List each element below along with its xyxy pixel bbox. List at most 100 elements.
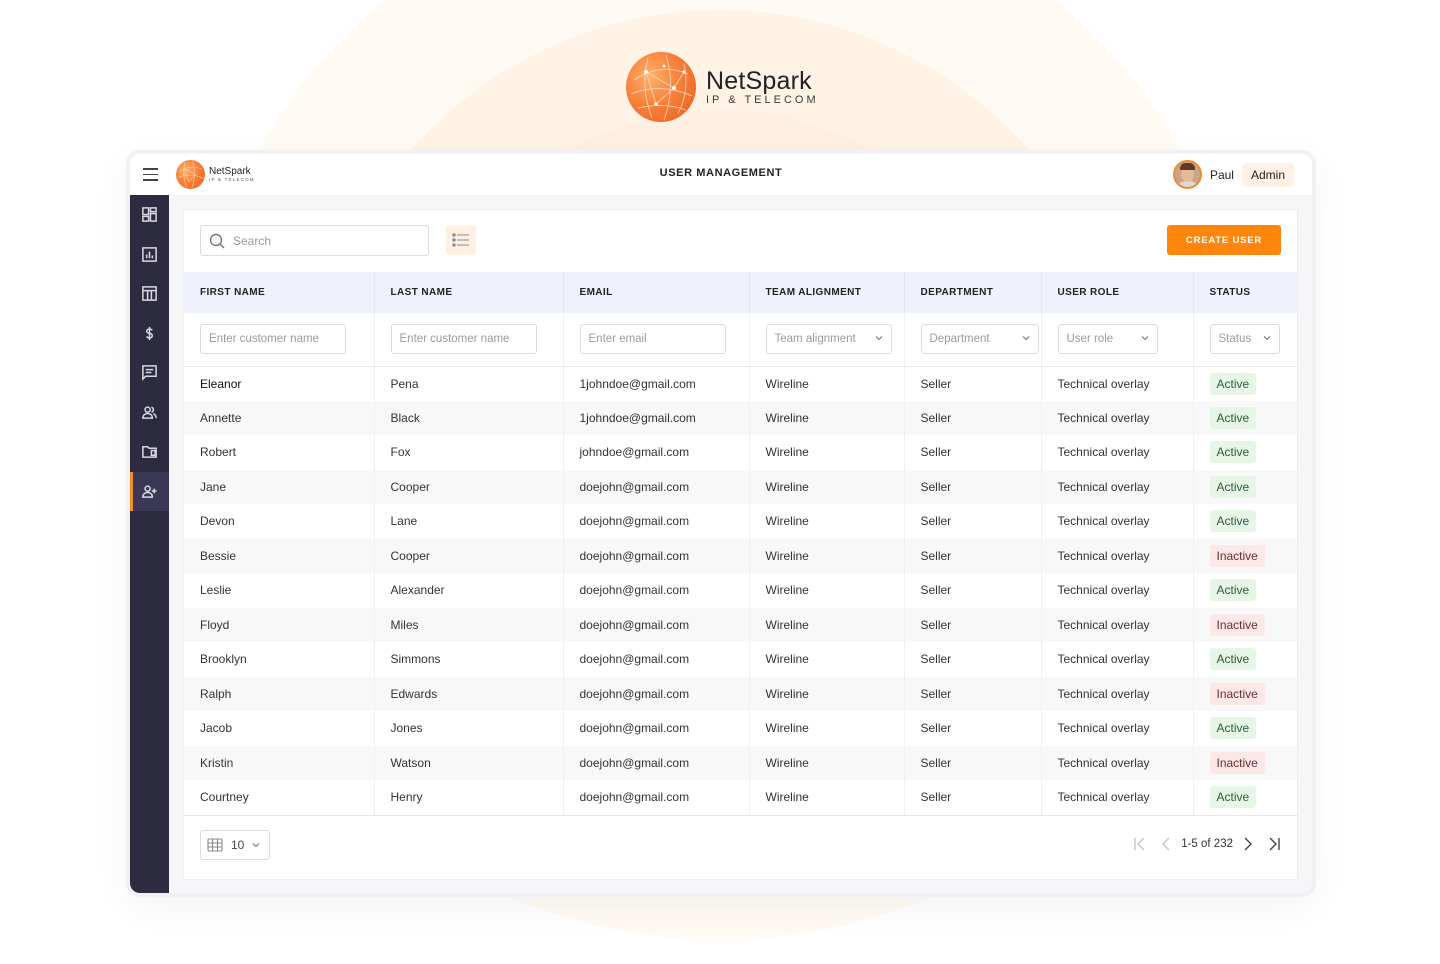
sidebar-item-reports[interactable] (130, 235, 169, 275)
email-cell: doejohn@gmail.com (563, 469, 750, 504)
pagination-range: 1-5 of 232 (1181, 838, 1233, 850)
table-row[interactable]: Brooklyn Simmons doejohn@gmail.com Wireline… (184, 642, 1297, 677)
sidebar-item-dashboard[interactable] (130, 195, 169, 235)
add-user-icon (142, 485, 157, 498)
user-role-filter-select[interactable]: User role (1057, 324, 1158, 355)
user-role-cell: Technical overlay (1041, 538, 1194, 573)
message-icon (142, 365, 157, 382)
team-alignment-filter-select[interactable]: Team alignment (765, 324, 892, 355)
create-user-button[interactable]: CREATE USER (1167, 225, 1281, 255)
hero-logo: NetSpark IP & TELECOM (626, 52, 819, 122)
table-grid-icon (207, 838, 223, 852)
department-cell: Seller (904, 607, 1042, 642)
column-header-email[interactable]: EMAIL (563, 272, 750, 313)
department-cell: Seller (904, 504, 1042, 539)
table-body: Eleanor Pena 1johndoe@gmail.com Wireline Sel… (184, 366, 1297, 815)
table-row[interactable]: Robert Fox johndoe@gmail.com Wireline Seller… (184, 435, 1297, 470)
table-row[interactable]: Bessie Cooper doejohn@gmail.com Wireline Sel… (184, 538, 1297, 573)
team-alignment-cell: Wireline (749, 435, 905, 470)
hamburger-menu-button[interactable] (130, 154, 170, 195)
search-input[interactable] (233, 233, 413, 248)
user-table-card: CREATE USER FIRST NAME LAST NAME EMAIL T… (183, 209, 1298, 880)
list-view-button[interactable] (446, 225, 476, 255)
user-role-cell: Technical overlay (1041, 573, 1194, 608)
last-name-filter-input[interactable] (390, 324, 537, 355)
page-size-value: 10 (231, 838, 245, 852)
next-page-button[interactable] (1241, 835, 1255, 853)
status-badge: Inactive (1209, 544, 1265, 567)
team-alignment-cell: Wireline (749, 573, 905, 608)
email-cell: doejohn@gmail.com (563, 676, 750, 711)
chevron-down-icon (875, 335, 883, 343)
user-role-cell: Technical overlay (1041, 607, 1194, 642)
sidebar-item-teams[interactable] (130, 393, 169, 433)
department-cell: Seller (904, 400, 1042, 435)
table-row[interactable]: Kristin Watson doejohn@gmail.com Wireline Se… (184, 745, 1297, 780)
first-name-cell: Leslie (184, 573, 375, 608)
department-cell: Seller (904, 538, 1042, 573)
department-cell: Seller (904, 573, 1042, 608)
status-cell: Active (1193, 573, 1297, 608)
status-cell: Active (1193, 435, 1297, 470)
avatar[interactable] (1172, 160, 1202, 189)
department-filter-value: Department (929, 333, 990, 346)
status-filter-select[interactable]: Status (1209, 324, 1280, 355)
table-header-row: FIRST NAME LAST NAME EMAIL TEAM ALIGNMEN… (184, 272, 1297, 313)
toolbar: CREATE USER (200, 225, 1281, 257)
team-alignment-cell: Wireline (749, 538, 905, 573)
top-bar: NetSpark IP & TELECOM USER MANAGEMENT Pa… (130, 154, 1312, 195)
table-row[interactable]: Leslie Alexander doejohn@gmail.com Wireline… (184, 573, 1297, 608)
status-cell: Active (1193, 780, 1297, 815)
header-brand-tagline: IP & TELECOM (209, 176, 255, 182)
column-header-first-name[interactable]: FIRST NAME (184, 272, 375, 313)
user-role-cell: Technical overlay (1041, 745, 1194, 780)
status-badge: Active (1209, 786, 1257, 809)
chevron-right-icon (1244, 837, 1252, 851)
sidebar-item-files[interactable] (130, 432, 169, 472)
last-page-button[interactable] (1267, 835, 1281, 853)
last-name-cell: Henry (374, 780, 564, 815)
first-name-filter-input[interactable] (200, 324, 346, 355)
sidebar-item-layout[interactable] (130, 274, 169, 314)
sidebar-item-user-management[interactable] (130, 471, 169, 511)
table-row[interactable]: Devon Lane doejohn@gmail.com Wireline Seller… (184, 504, 1297, 539)
table-row[interactable]: Floyd Miles doejohn@gmail.com Wireline Selle… (184, 607, 1297, 642)
first-page-icon (1134, 837, 1145, 851)
column-header-status[interactable]: STATUS (1193, 272, 1297, 313)
user-menu[interactable]: Paul Admin (1172, 160, 1294, 189)
team-alignment-cell: Wireline (749, 504, 905, 539)
first-name-cell: Kristin (184, 745, 375, 780)
table-row[interactable]: Jacob Jones doejohn@gmail.com Wireline Selle… (184, 711, 1297, 746)
department-cell: Seller (904, 780, 1042, 815)
sidebar-item-messages[interactable] (130, 353, 169, 393)
email-filter-input[interactable] (579, 324, 726, 355)
column-header-last-name[interactable]: LAST NAME (374, 272, 564, 313)
column-header-user-role[interactable]: USER ROLE (1041, 272, 1194, 313)
table-row[interactable]: Ralph Edwards doejohn@gmail.com Wireline Sel… (184, 676, 1297, 711)
email-cell: doejohn@gmail.com (563, 711, 750, 746)
sidebar-item-billing[interactable] (130, 314, 169, 354)
chevron-left-icon (1162, 837, 1170, 851)
table-row[interactable]: Eleanor Pena 1johndoe@gmail.com Wireline Sel… (184, 366, 1297, 401)
status-filter-value: Status (1218, 333, 1252, 346)
department-filter-select[interactable]: Department (920, 324, 1039, 355)
status-badge: Active (1209, 648, 1257, 671)
first-name-cell: Devon (184, 504, 375, 539)
status-badge: Inactive (1209, 751, 1265, 774)
status-cell: Active (1193, 470, 1297, 505)
table-row[interactable]: Courtney Henry doejohn@gmail.com Wireline Se… (184, 780, 1297, 815)
page-size-select[interactable]: 10 (200, 830, 270, 860)
user-role-cell: Technical overlay (1041, 676, 1194, 711)
department-cell: Seller (904, 642, 1042, 677)
table-row[interactable]: Jane Cooper doejohn@gmail.com Wireline Selle… (184, 469, 1297, 505)
column-header-team-alignment[interactable]: TEAM ALIGNMENT (749, 272, 905, 313)
search-box[interactable] (200, 225, 429, 256)
chevron-down-icon (1263, 335, 1271, 343)
table-row[interactable]: Annette Black 1johndoe@gmail.com Wireline Se… (184, 400, 1297, 435)
column-header-department[interactable]: DEPARTMENT (904, 272, 1042, 313)
header-logo[interactable]: NetSpark IP & TELECOM (176, 160, 255, 189)
dollar-icon (145, 326, 154, 340)
team-alignment-filter-value: Team alignment (774, 333, 856, 346)
first-page-button[interactable] (1133, 835, 1147, 853)
previous-page-button[interactable] (1159, 835, 1173, 853)
